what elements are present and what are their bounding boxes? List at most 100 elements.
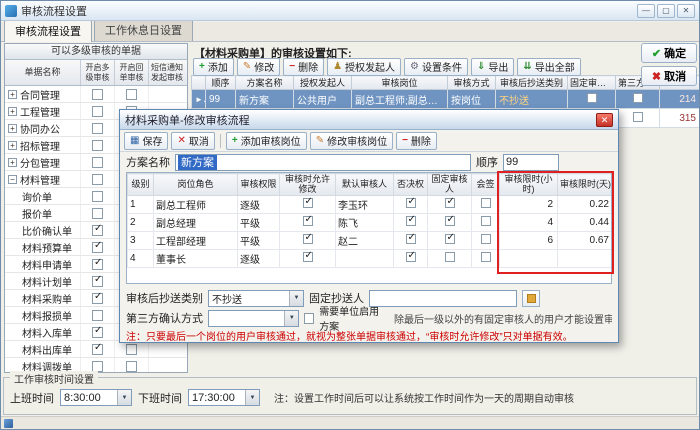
multi-level-checkbox[interactable]	[92, 123, 103, 134]
export-all-button[interactable]: ⇊导出全部	[517, 58, 580, 76]
multi-level-checkbox[interactable]	[92, 344, 103, 355]
column-fixed-auditor: 固定审核人	[428, 174, 472, 196]
cell-limit-hours: 2	[500, 196, 558, 214]
maximize-icon[interactable]: ▢	[657, 4, 675, 18]
allow-edit-checkbox[interactable]	[303, 198, 313, 208]
authorize-initiator-button[interactable]: ♟授权发起人	[327, 58, 401, 76]
dialog-cancel-button[interactable]: ✕取消	[171, 132, 214, 150]
multi-level-checkbox[interactable]	[92, 242, 103, 253]
expand-icon[interactable]: +	[8, 90, 17, 99]
multi-level-checkbox[interactable]	[92, 310, 103, 321]
document-row[interactable]: 材料调拨单	[5, 358, 187, 372]
ok-button[interactable]: ✔确定	[641, 43, 697, 63]
set-condition-button[interactable]: ⚙设置条件	[404, 58, 468, 76]
veto-checkbox[interactable]	[406, 198, 416, 208]
expand-icon[interactable]: +	[8, 158, 17, 167]
third-confirm-checkbox[interactable]	[633, 93, 643, 103]
dialog-close-icon[interactable]: ✕	[596, 113, 613, 127]
modify-post-button[interactable]: ✎修改审核岗位	[310, 132, 393, 150]
tab-rest-days[interactable]: 工作休息日设置	[94, 19, 193, 41]
add-post-button[interactable]: +添加审核岗位	[226, 132, 307, 150]
delete-scheme-button[interactable]: −删除	[283, 58, 324, 76]
multi-level-checkbox[interactable]	[92, 89, 103, 100]
multi-level-cell	[81, 171, 115, 187]
multi-level-cell	[81, 273, 115, 289]
post-row[interactable]: 4 董事长 逐级	[128, 250, 613, 268]
allow-edit-checkbox[interactable]	[303, 216, 313, 226]
dialog-toolbar: ▦保存 ✕取消 +添加审核岗位 ✎修改审核岗位 −删除	[120, 130, 618, 152]
return-audit-checkbox[interactable]	[126, 361, 137, 372]
delete-post-button[interactable]: −删除	[396, 132, 437, 150]
multi-level-checkbox[interactable]	[92, 293, 103, 304]
save-button[interactable]: ▦保存	[124, 132, 168, 150]
document-name: 工程管理	[20, 104, 60, 119]
multi-level-checkbox[interactable]	[92, 327, 103, 338]
veto-checkbox[interactable]	[406, 234, 416, 244]
cell-role: 工程部经理	[154, 232, 238, 250]
cell-level: 1	[128, 196, 154, 214]
start-time-select[interactable]: 8:30:00▼	[60, 389, 132, 406]
expand-icon[interactable]: +	[8, 107, 17, 116]
third-confirm-row: 第三方确认方式 ▼ 需要单位启用方案 除最后一级以外的有固定审核人的用户才能设置…	[120, 309, 618, 327]
document-row[interactable]: + 合同管理	[5, 86, 187, 103]
multi-level-checkbox[interactable]	[92, 225, 103, 236]
column-scheme-name: 方案名称	[236, 76, 294, 90]
cc-type-select[interactable]: 不抄送▼	[208, 290, 304, 307]
column-fixed-auditor: 固定审核人	[568, 76, 616, 90]
multi-level-checkbox[interactable]	[92, 276, 103, 287]
export-button[interactable]: ⇓导出	[471, 58, 514, 76]
expand-icon[interactable]: +	[8, 124, 17, 133]
multi-level-checkbox[interactable]	[92, 140, 103, 151]
return-audit-cell	[115, 86, 149, 102]
allow-edit-checkbox[interactable]	[303, 252, 313, 262]
multi-level-checkbox[interactable]	[92, 191, 103, 202]
allow-edit-checkbox[interactable]	[303, 234, 313, 244]
multi-level-checkbox[interactable]	[92, 174, 103, 185]
order-input[interactable]: 99	[503, 154, 559, 171]
post-row[interactable]: 1 副总工程师 逐级 李玉环 2 0.22	[128, 196, 613, 214]
third-confirm-label: 第三方确认方式	[126, 310, 203, 326]
multi-level-checkbox[interactable]	[92, 106, 103, 117]
cell-veto	[394, 196, 428, 214]
post-row[interactable]: 3 工程部经理 平级 赵二 6 0.67	[128, 232, 613, 250]
tab-audit-flow[interactable]: 审核流程设置	[4, 20, 92, 42]
scheme-row[interactable]: ► 99 新方案 公共用户 副总工程师;副总经理;工程部经理;董事长 按岗位 不…	[192, 90, 700, 109]
pick-person-button[interactable]	[522, 290, 540, 307]
expand-icon[interactable]: −	[8, 175, 17, 184]
unit-scheme-checkbox[interactable]	[304, 313, 314, 324]
minimize-icon[interactable]: —	[637, 4, 655, 18]
return-audit-checkbox[interactable]	[126, 89, 137, 100]
countersign-checkbox[interactable]	[481, 252, 491, 262]
fixed-cc-input[interactable]	[369, 290, 517, 307]
third-confirm-select[interactable]: ▼	[208, 310, 299, 327]
multi-level-checkbox[interactable]	[92, 157, 103, 168]
countersign-checkbox[interactable]	[481, 216, 491, 226]
multi-level-checkbox[interactable]	[92, 361, 103, 372]
return-audit-checkbox[interactable]	[126, 344, 137, 355]
post-row[interactable]: 2 副总经理 平级 陈飞 4 0.44	[128, 214, 613, 232]
document-row[interactable]: 材料出库单	[5, 341, 187, 358]
cancel-button[interactable]: ✖取消	[641, 66, 697, 86]
countersign-checkbox[interactable]	[481, 198, 491, 208]
veto-checkbox[interactable]	[406, 252, 416, 262]
multi-level-cell	[81, 222, 115, 238]
multi-level-checkbox[interactable]	[92, 208, 103, 219]
modify-scheme-button[interactable]: ✎修改	[237, 58, 280, 76]
end-time-select[interactable]: 17:30:00▼	[188, 389, 260, 406]
fixed-auditor-checkbox[interactable]	[445, 234, 455, 244]
cell-fixed-auditor	[428, 214, 472, 232]
close-icon[interactable]: ✕	[677, 4, 695, 18]
fixed-auditor-checkbox[interactable]	[587, 93, 597, 103]
fixed-auditor-checkbox[interactable]	[445, 216, 455, 226]
third-confirm-checkbox[interactable]	[633, 112, 643, 122]
fixed-auditor-checkbox[interactable]	[445, 198, 455, 208]
veto-checkbox[interactable]	[406, 216, 416, 226]
cell-default-auditor: 李玉环	[336, 196, 394, 214]
countersign-checkbox[interactable]	[481, 234, 491, 244]
column-veto: 否决权	[394, 174, 428, 196]
fixed-auditor-checkbox[interactable]	[445, 252, 455, 262]
expand-icon[interactable]: +	[8, 141, 17, 150]
add-scheme-button[interactable]: +添加	[193, 58, 234, 76]
multi-level-checkbox[interactable]	[92, 259, 103, 270]
scheme-name-input[interactable]: 新方案	[175, 154, 471, 171]
